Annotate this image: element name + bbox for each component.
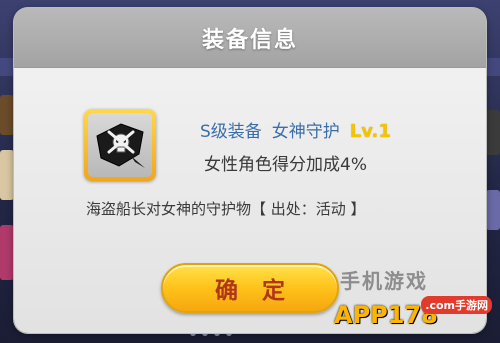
item-slot [84,109,156,181]
pirate-skull-scarf-icon [88,113,152,177]
watermark-badge: .com手游网 [421,296,492,314]
background-item [0,225,14,280]
background-item [0,150,14,200]
item-grade: S级装备 [200,122,262,142]
item-icon-graphic [96,123,145,168]
item-name: 女神守护 [271,122,340,142]
item-description: 海盗船长对女神的守护物【 出处：活动 】 [86,200,366,218]
background-item [0,95,14,135]
dialog-header: 装备信息 [14,8,486,68]
watermark-faint-text: 手机游戏 [340,269,428,293]
background-item [486,190,500,230]
item-effect: 女性角色得分加成4% [204,155,367,175]
confirm-button-label: 确 定 [214,278,293,304]
item-name-row: S级装备 女神守护 Lv.1 [200,117,391,142]
watermark-logo: 手机游戏 APP178 .com手游网 [334,265,494,339]
item-level: Lv.1 [349,121,391,142]
dialog-title: 装备信息 [201,27,298,53]
confirm-button[interactable]: 确 定 [161,263,339,313]
background-item [486,110,500,155]
